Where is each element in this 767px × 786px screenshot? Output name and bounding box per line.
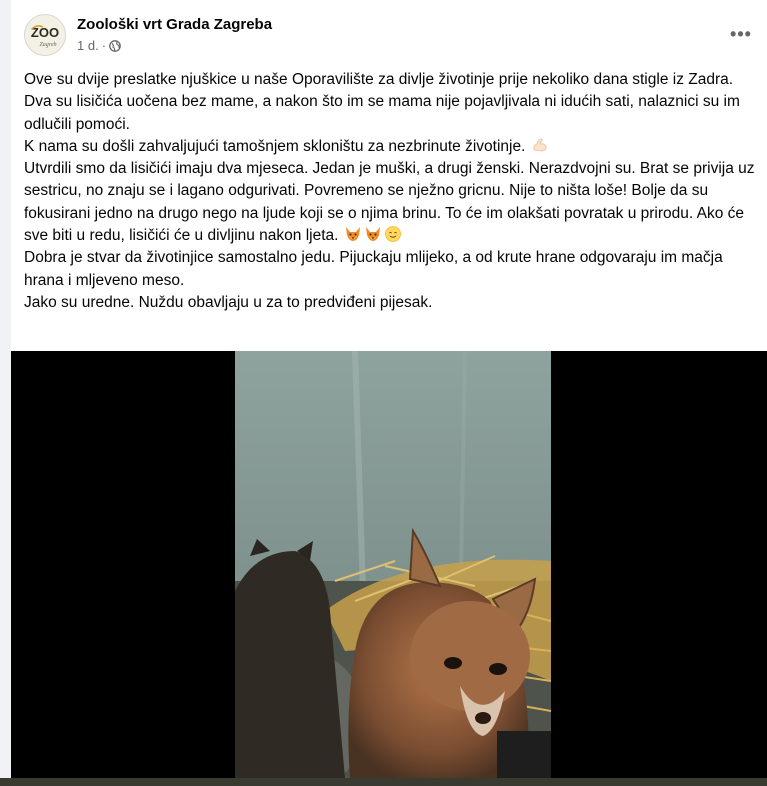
avatar[interactable]: ZOO Zagreb [24, 14, 66, 56]
svg-text:Zagreb: Zagreb [39, 42, 56, 48]
post-paragraph: Dobra je stvar da životinjice samostalno… [24, 249, 723, 289]
post-text: Ove su dvije preslatke njuškice u naše O… [24, 69, 759, 314]
fox-emoji [344, 225, 362, 243]
post-header: ZOO Zagreb Zoološki vrt Grada Zagreba 1 … [24, 14, 767, 58]
more-options-icon: ••• [730, 23, 752, 44]
video-frame[interactable] [235, 351, 551, 778]
zoo-logo: ZOO Zagreb [25, 15, 65, 55]
globe-icon[interactable] [109, 39, 121, 52]
page-bottom-bar [0, 778, 767, 786]
fox-emoji [364, 225, 382, 243]
page-name-link[interactable]: Zoološki vrt Grada Zagreba [77, 16, 272, 33]
post-paragraph: Ove su dvije preslatke njuškice u naše O… [24, 71, 734, 88]
post-paragraph: Utvrdili smo da lisičići imaju dva mjese… [24, 160, 755, 245]
post-paragraph: Jako su uredne. Nuždu obavljaju u za to … [24, 293, 433, 311]
post-meta: 1 d. · [77, 38, 121, 53]
post-timestamp[interactable]: 1 d. [77, 38, 99, 53]
meta-separator: · [101, 38, 107, 53]
smiling-face-emoji [384, 225, 402, 243]
post-paragraph: Dva su lisičića uočena bez mame, a nakon… [24, 93, 740, 133]
more-options-button[interactable]: ••• [727, 22, 755, 46]
video-player[interactable] [11, 351, 767, 778]
fox-cubs-video-still [235, 351, 551, 778]
post-paragraph: K nama su došli zahvaljujući tamošnjem s… [24, 136, 759, 158]
post-card: ZOO Zagreb Zoološki vrt Grada Zagreba 1 … [11, 0, 767, 786]
flexed-biceps-emoji [531, 136, 549, 154]
